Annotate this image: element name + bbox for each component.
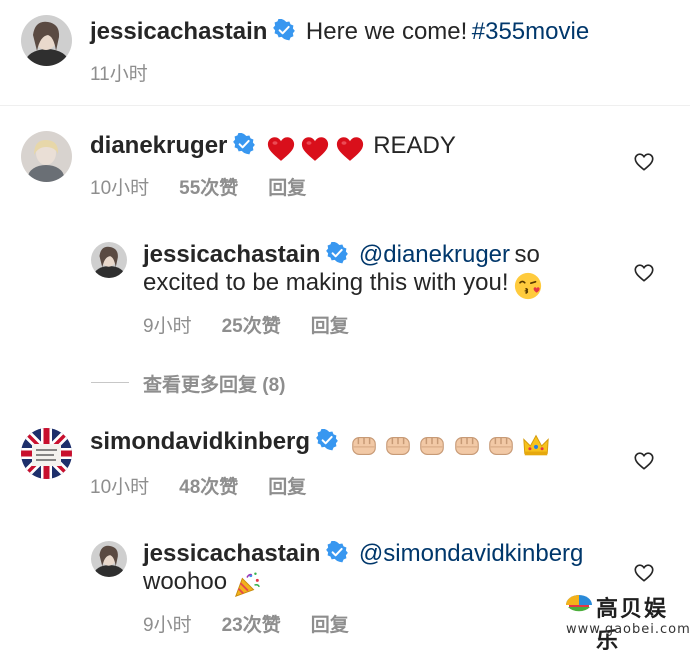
comment-time[interactable]: 9小时 <box>143 615 192 636</box>
red-heart-icon <box>266 134 296 164</box>
avatar[interactable] <box>21 428 72 479</box>
username[interactable]: jessicachastain <box>143 540 320 567</box>
comment-text: so <box>514 241 540 268</box>
reply-button[interactable]: 回复 <box>311 615 349 636</box>
username[interactable]: jessicachastain <box>143 241 320 268</box>
view-more-replies[interactable]: 查看更多回复 (8) <box>143 370 286 397</box>
like-heart-icon[interactable] <box>633 151 655 173</box>
avatar[interactable] <box>91 242 127 278</box>
comment-text: woohoo <box>143 568 228 595</box>
watermark-url: www.gaobei.com <box>566 622 690 637</box>
comment-time[interactable]: 9小时 <box>143 316 192 337</box>
verified-badge-icon <box>326 242 348 264</box>
red-heart-icon <box>335 134 365 164</box>
verified-badge-icon <box>273 19 295 41</box>
username[interactable]: simondavidkinberg <box>90 428 310 455</box>
username[interactable]: jessicachastain <box>90 18 267 45</box>
post-caption: Here we come! <box>305 18 468 45</box>
fist-icon <box>383 430 413 460</box>
comment-text: READY <box>373 132 456 159</box>
likes-count[interactable]: 48次赞 <box>179 477 238 498</box>
replies-divider-line <box>91 382 129 383</box>
fist-icon <box>349 430 379 460</box>
verified-badge-icon <box>326 541 348 563</box>
likes-count[interactable]: 55次赞 <box>179 178 238 199</box>
verified-badge-icon <box>233 133 255 155</box>
comment-time[interactable]: 10小时 <box>90 178 149 199</box>
likes-count[interactable]: 23次赞 <box>222 615 281 636</box>
verified-badge-icon <box>316 429 338 451</box>
watermark: 高贝娱乐 www.gaobei.com <box>562 588 690 654</box>
divider <box>0 105 690 106</box>
like-heart-icon[interactable] <box>633 450 655 472</box>
reply-button[interactable]: 回复 <box>268 477 306 498</box>
fist-icon <box>486 430 516 460</box>
face-blowing-kiss-icon <box>513 271 543 301</box>
like-heart-icon[interactable] <box>633 262 655 284</box>
reply-button[interactable]: 回复 <box>311 316 349 337</box>
avatar[interactable] <box>91 541 127 577</box>
like-heart-icon[interactable] <box>633 562 655 584</box>
crown-icon <box>521 430 551 460</box>
mention-link[interactable]: @simondavidkinberg <box>359 540 583 567</box>
red-heart-icon <box>300 134 330 164</box>
comment-text: excited to be making this with you! <box>143 269 509 296</box>
mention-link[interactable]: @dianekruger <box>359 241 510 268</box>
avatar[interactable] <box>21 15 72 66</box>
party-popper-icon <box>232 570 262 600</box>
fist-icon <box>452 430 482 460</box>
watermark-logo-icon <box>566 595 592 612</box>
hashtag-link[interactable]: #355movie <box>472 18 589 45</box>
likes-count[interactable]: 25次赞 <box>222 316 281 337</box>
reply-button[interactable]: 回复 <box>268 178 306 199</box>
fist-icon <box>417 430 447 460</box>
username[interactable]: dianekruger <box>90 132 227 159</box>
comment-time[interactable]: 10小时 <box>90 477 149 498</box>
avatar[interactable] <box>21 131 72 182</box>
post-time[interactable]: 11小时 <box>90 64 148 85</box>
